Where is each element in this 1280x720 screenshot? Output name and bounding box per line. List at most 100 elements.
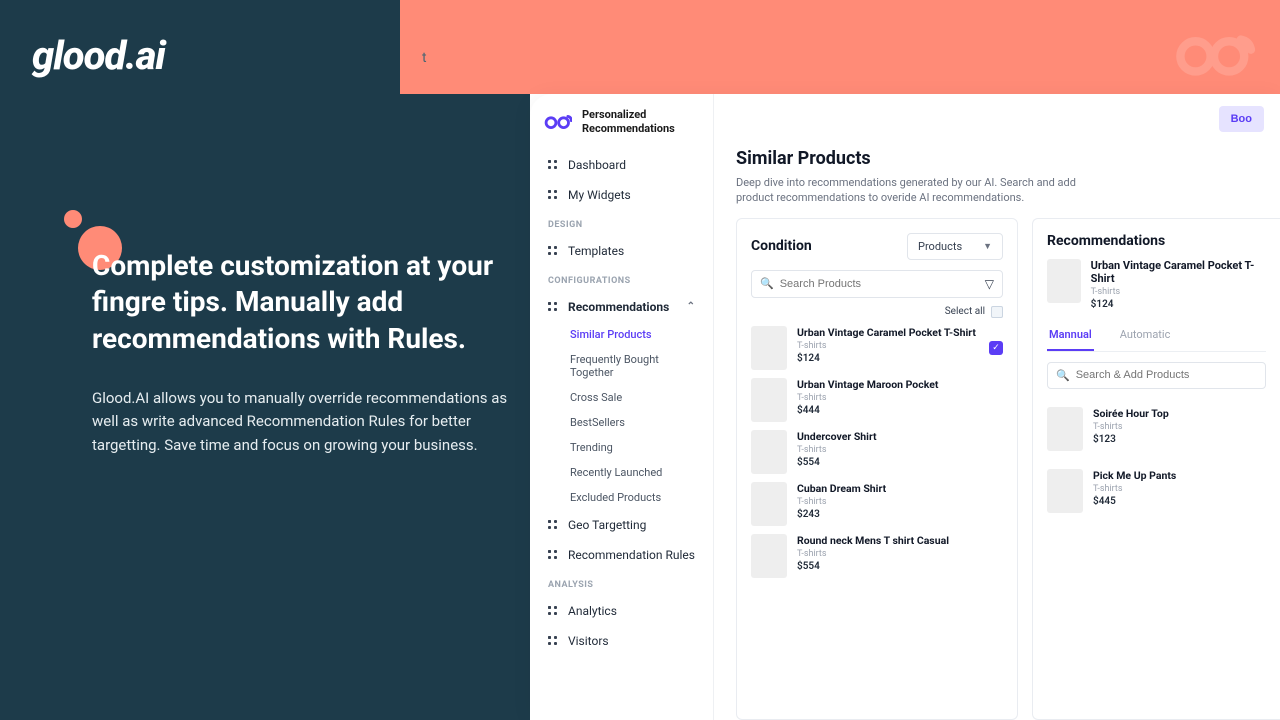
condition-product-list: Urban Vintage Caramel Pocket T-Shirt T-sh…: [751, 326, 1003, 578]
sidebar-item-rules[interactable]: Recommendation Rules: [530, 540, 713, 570]
sidebar-item-my-widgets[interactable]: My Widgets: [530, 180, 713, 210]
sub-item-bestsellers[interactable]: BestSellers: [530, 410, 713, 435]
sidebar-section-analysis: ANALYSIS: [530, 570, 713, 596]
product-name: Urban Vintage Caramel Pocket T-Shirt: [1091, 259, 1266, 285]
condition-search[interactable]: 🔍 ▽: [751, 270, 1003, 298]
product-price: $554: [797, 561, 1003, 572]
grip-icon: [548, 606, 558, 616]
product-name: Soirée Hour Top: [1093, 407, 1266, 420]
condition-search-input[interactable]: [780, 278, 979, 290]
product-thumb: [751, 482, 787, 526]
grip-icon: [548, 550, 558, 560]
product-row[interactable]: Cuban Dream Shirt T-shirts $243: [751, 482, 1003, 526]
app-brand: PersonalizedRecommendations: [530, 108, 713, 150]
watermark-logo-icon: [1172, 26, 1256, 84]
sidebar-item-geo[interactable]: Geo Targetting: [530, 510, 713, 540]
product-category: T-shirts: [1093, 484, 1266, 494]
product-thumb: [1047, 469, 1083, 513]
hero-copy: Complete customization at your fingre ti…: [92, 248, 512, 457]
recs-search[interactable]: 🔍: [1047, 362, 1266, 389]
sub-item-cross-sale[interactable]: Cross Sale: [530, 385, 713, 410]
product-row[interactable]: Round neck Mens T shirt CasualT-shirts$5…: [751, 534, 1003, 578]
product-name: Urban Vintage Caramel Pocket T-Shirt: [797, 326, 979, 339]
sub-item-similar-products[interactable]: Similar Products: [530, 322, 713, 347]
grip-icon: [548, 520, 558, 530]
recommendations-panel: Recommendations Urban Vintage Caramel Po…: [1032, 218, 1280, 720]
product-row[interactable]: Undercover Shirt T-shirts $554: [751, 430, 1003, 474]
product-category: T-shirts: [797, 341, 979, 351]
tab-automatic[interactable]: Automatic: [1118, 320, 1173, 351]
hero-title: Complete customization at your fingre ti…: [92, 248, 512, 357]
panels-row: Condition Products ▼ 🔍 ▽ Select all Urba…: [714, 218, 1280, 720]
recs-search-input[interactable]: [1076, 369, 1257, 381]
product-category: T-shirts: [1091, 287, 1266, 297]
grip-icon: [548, 190, 558, 200]
product-price: $554: [797, 457, 1003, 468]
topbar: Boo: [714, 94, 1280, 144]
chevron-down-icon: ▼: [983, 241, 992, 252]
app-panel: PersonalizedRecommendations Dashboard My…: [530, 94, 1280, 720]
select-all-label: Select all: [945, 306, 985, 317]
rec-selected-product: Urban Vintage Caramel Pocket T-Shirt T-s…: [1047, 259, 1266, 320]
product-thumb: [1047, 259, 1081, 303]
product-thumb: [751, 378, 787, 422]
product-row[interactable]: Urban Vintage Caramel Pocket T-Shirt T-sh…: [751, 326, 1003, 370]
product-name: Round neck Mens T shirt Casual: [797, 534, 1003, 547]
search-icon: 🔍: [1056, 369, 1070, 382]
grip-icon: [548, 302, 558, 312]
app-logo-icon: [544, 113, 572, 131]
checkbox-checked-icon[interactable]: ✓: [989, 341, 1003, 355]
grip-icon: [548, 246, 558, 256]
product-category: T-shirts: [797, 445, 1003, 455]
sidebar-section-config: CONFIGURATIONS: [530, 266, 713, 292]
filter-icon[interactable]: ▽: [985, 277, 994, 291]
product-thumb: [751, 534, 787, 578]
product-price: $124: [797, 353, 979, 364]
condition-panel: Condition Products ▼ 🔍 ▽ Select all Urba…: [736, 218, 1018, 720]
product-thumb: [751, 430, 787, 474]
sidebar: PersonalizedRecommendations Dashboard My…: [530, 94, 714, 720]
sidebar-item-recommendations[interactable]: Recommendations ⌃: [530, 292, 713, 322]
grip-icon: [548, 636, 558, 646]
sidebar-nav: Dashboard My Widgets DESIGN Templates CO…: [530, 150, 713, 656]
product-thumb: [751, 326, 787, 370]
product-category: T-shirts: [797, 497, 1003, 507]
hero-body: Glood.AI allows you to manually override…: [92, 387, 512, 457]
recs-tabs: Mannual Automatic: [1047, 320, 1266, 352]
brand-logo: glood.ai: [32, 32, 165, 79]
product-name: Cuban Dream Shirt: [797, 482, 1003, 495]
chevron-up-icon: ⌃: [687, 301, 695, 312]
app-title: PersonalizedRecommendations: [582, 108, 675, 136]
condition-title: Condition: [751, 238, 812, 254]
sidebar-item-templates[interactable]: Templates: [530, 236, 713, 266]
product-row[interactable]: Soirée Hour TopT-shirts$123: [1047, 407, 1266, 451]
product-category: T-shirts: [797, 393, 1003, 403]
product-row[interactable]: Urban Vintage Maroon PocketT-shirts$444: [751, 378, 1003, 422]
page-subtitle: Deep dive into recommendations generated…: [736, 175, 1106, 206]
sidebar-section-design: DESIGN: [530, 210, 713, 236]
product-price: $243: [797, 509, 1003, 520]
tab-manual[interactable]: Mannual: [1047, 320, 1094, 351]
page-header: Similar Products Deep dive into recommen…: [714, 144, 1280, 218]
product-price: $124: [1091, 299, 1266, 310]
sidebar-item-dashboard[interactable]: Dashboard: [530, 150, 713, 180]
select-all-row[interactable]: Select all: [751, 306, 1003, 318]
product-category: T-shirts: [1093, 422, 1266, 432]
product-row[interactable]: Pick Me Up PantsT-shirts$445: [1047, 469, 1266, 513]
search-icon: 🔍: [760, 277, 774, 290]
recommendations-title: Recommendations: [1047, 233, 1165, 249]
sub-item-trending[interactable]: Trending: [530, 435, 713, 460]
book-button[interactable]: Boo: [1219, 106, 1264, 132]
sub-item-excluded[interactable]: Excluded Products: [530, 485, 713, 510]
sub-item-freq-bought[interactable]: Frequently Bought Together: [530, 347, 713, 385]
page-title: Similar Products: [736, 148, 1258, 169]
product-name: Undercover Shirt: [797, 430, 1003, 443]
stray-letter: t: [422, 50, 427, 66]
product-price: $444: [797, 405, 1003, 416]
sidebar-item-visitors[interactable]: Visitors: [530, 626, 713, 656]
main-area: Boo Similar Products Deep dive into reco…: [714, 94, 1280, 720]
select-all-checkbox[interactable]: [991, 306, 1003, 318]
condition-filter-select[interactable]: Products ▼: [907, 233, 1003, 260]
sub-item-recently-launched[interactable]: Recently Launched: [530, 460, 713, 485]
sidebar-item-analytics[interactable]: Analytics: [530, 596, 713, 626]
